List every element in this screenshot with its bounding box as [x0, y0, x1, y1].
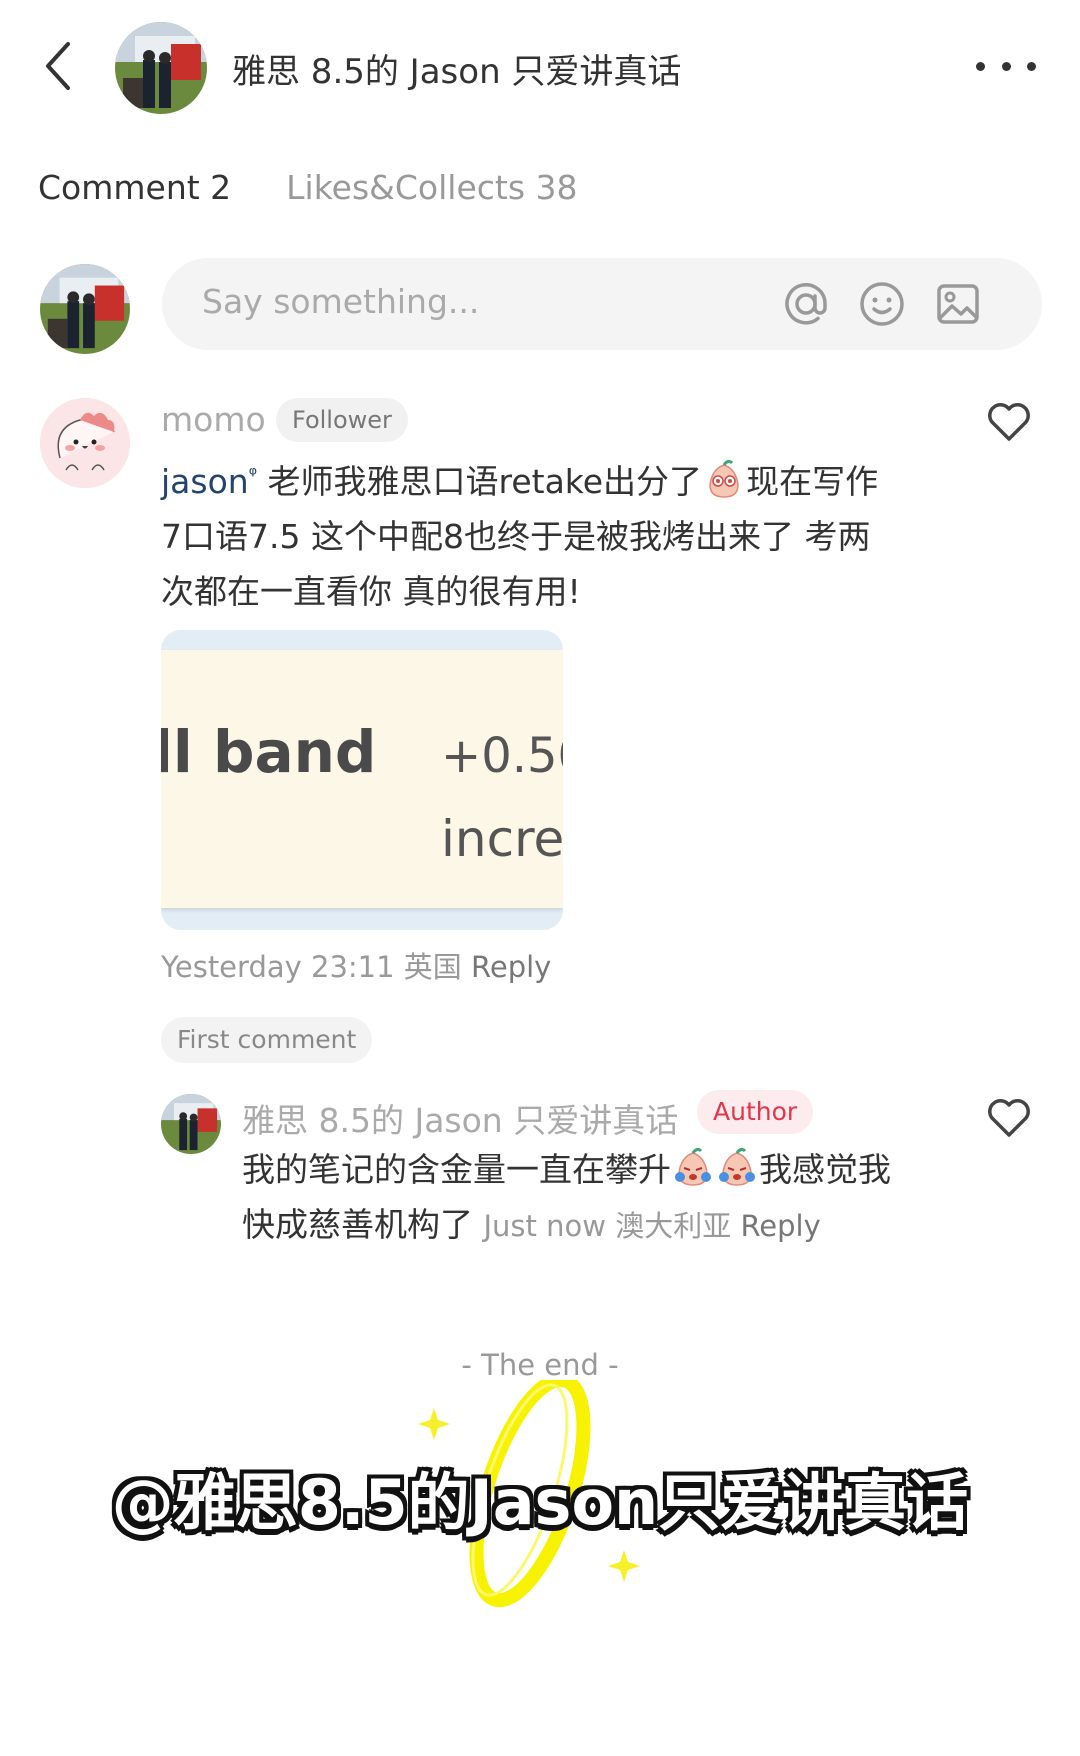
page-title: 雅思 8.5的 Jason 只爱讲真话	[232, 52, 682, 92]
comment-input[interactable]: Say something...	[162, 258, 1042, 350]
reply-meta: Just now 澳大利亚 Reply	[484, 1209, 821, 1243]
comment-time: Yesterday 23:11	[161, 950, 395, 984]
more-button[interactable]	[976, 52, 1036, 80]
image-icon[interactable]	[934, 280, 982, 328]
chevron-left-icon	[46, 42, 70, 90]
crying-peach-emoji-icon	[675, 1147, 711, 1186]
peach-emoji-icon	[709, 459, 739, 498]
search-icon: ᵠ	[248, 462, 258, 486]
my-avatar	[40, 264, 130, 354]
author-avatar[interactable]	[115, 22, 207, 114]
comment-text: jasonᵠ 老师我雅思口语retake出分了 现在写作 7口语7.5 这个中配8…	[161, 447, 961, 619]
commenter-avatar[interactable]	[40, 398, 130, 488]
comment-input-row: Say something...	[0, 258, 1080, 358]
at-icon[interactable]	[782, 280, 830, 328]
reply-text: 我的笔记的含金量一直在攀升 我感觉我 快成慈善机构了 Just now 澳大利亚 …	[242, 1142, 1002, 1254]
video-caption-overlay: @雅思8.5的Jason只爱讲真话	[111, 1466, 969, 1539]
commenter-name[interactable]: momo	[161, 400, 266, 439]
end-marker: - The end -	[461, 1348, 619, 1382]
first-comment-badge: First comment	[161, 1017, 373, 1063]
more-dots-icon	[976, 61, 985, 71]
author-name[interactable]: 雅思 8.5的 Jason 只爱讲真话	[242, 1094, 678, 1142]
back-button[interactable]	[40, 38, 80, 94]
tab-bar: Comment 2 Likes&Collects 38	[38, 168, 578, 207]
mention-link[interactable]: jasonᵠ	[161, 462, 257, 501]
reply-button[interactable]: Reply	[740, 1209, 820, 1243]
sparkle-icon	[418, 1408, 450, 1440]
top-bar: 雅思 8.5的 Jason 只爱讲真话	[0, 0, 1080, 130]
heart-icon	[988, 403, 1030, 441]
reply-button[interactable]: Reply	[471, 950, 551, 984]
reply-time: Just now	[483, 1209, 606, 1243]
comment-input-placeholder: Say something...	[202, 282, 480, 321]
comment-meta: Yesterday 23:11 英国 Reply	[161, 944, 551, 986]
sparkle-icon	[608, 1550, 640, 1582]
like-button[interactable]	[986, 401, 1032, 443]
tab-likes-collects[interactable]: Likes&Collects 38	[286, 168, 577, 207]
follower-badge: Follower	[276, 398, 408, 442]
author-reply-avatar[interactable]	[161, 1094, 221, 1154]
heart-icon	[988, 1099, 1030, 1137]
reply-location: 澳大利亚	[615, 1209, 732, 1243]
like-button[interactable]	[986, 1097, 1032, 1139]
author-badge: Author	[697, 1090, 814, 1134]
emoji-icon[interactable]	[858, 280, 906, 328]
comment-location: 英国	[403, 950, 462, 984]
tab-comments[interactable]: Comment 2	[38, 168, 231, 207]
comment-image[interactable]: ll band +0.50 incre	[161, 630, 563, 930]
crying-peach-emoji-icon	[719, 1147, 755, 1186]
